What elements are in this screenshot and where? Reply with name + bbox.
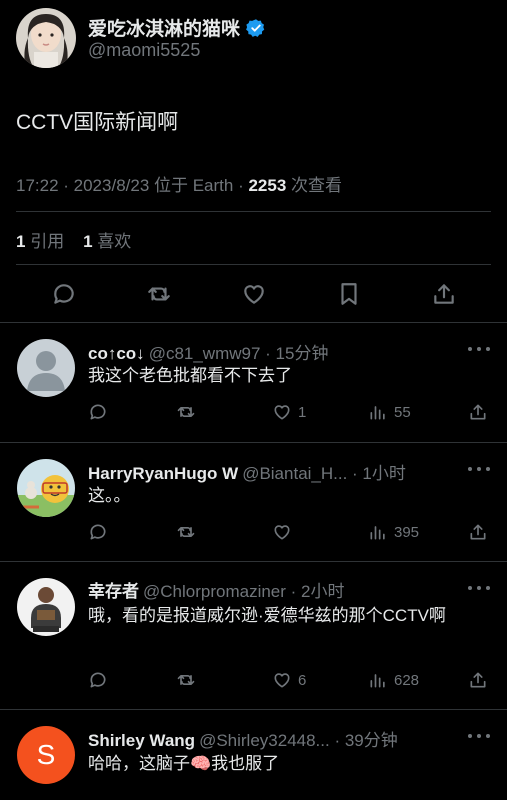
main-handle[interactable]: @maomi5525 (88, 40, 200, 61)
reply-header: HarryRyanHugo W @Biantai_H... · 1小时 (88, 459, 406, 484)
reply-meta: @Biantai_H... · 1小时 (242, 464, 406, 483)
tweet-timestamp[interactable]: 17:22 · 2023/8/23 位于 Earth · (16, 176, 248, 195)
reply-action-bar: 395 (88, 517, 492, 547)
divider (0, 322, 507, 323)
views-count: 395 (394, 523, 420, 541)
more-options-icon[interactable] (468, 732, 490, 740)
reply-icon (90, 524, 106, 540)
retweet-icon (177, 675, 195, 685)
reply-avatar[interactable]: S (17, 726, 75, 784)
reply-avatar[interactable] (17, 339, 75, 397)
views-count: 55 (394, 403, 411, 421)
like-count: 1 (298, 403, 307, 421)
reply-icon[interactable] (51, 281, 77, 307)
reply-views-button[interactable]: 55 (368, 402, 411, 422)
retweet-icon[interactable] (146, 281, 172, 307)
like-icon (274, 405, 290, 420)
divider (0, 709, 507, 710)
reply-like-button[interactable]: 1 (272, 402, 306, 422)
reply-meta: @Shirley32448... · 39分钟 (199, 731, 398, 750)
like-icon[interactable] (241, 281, 267, 307)
main-avatar-image (16, 8, 76, 68)
reply-text: 这。。 (88, 486, 131, 505)
reply-meta: @c81_wmw97 · 15分钟 (148, 344, 329, 363)
reply-views-button[interactable]: 395 (368, 522, 419, 542)
reply-retweet-button[interactable] (176, 522, 196, 542)
reply-text: 哈哈，这脑子🧠我也服了 (88, 754, 280, 773)
main-tweet-text: CCTV国际新闻啊 (16, 111, 179, 134)
views-label: 次查看 (286, 176, 343, 195)
reply-action-bar: 6 628 (88, 665, 492, 695)
reply-reply-button[interactable] (88, 670, 108, 690)
reply-share-button[interactable] (468, 402, 488, 422)
reply-retweet-button[interactable] (176, 402, 196, 422)
divider (16, 264, 491, 265)
retweet-icon (177, 527, 195, 537)
default-avatar-icon (17, 339, 75, 397)
like-icon (274, 525, 290, 540)
figure-avatar-image (17, 578, 75, 636)
more-options-icon[interactable] (468, 345, 490, 353)
main-display-name[interactable]: 爱吃冰淇淋的猫咪 (88, 14, 266, 41)
quotes-stat[interactable]: 1 引用 (16, 232, 64, 251)
reply-share-button[interactable] (468, 670, 488, 690)
views-chart-icon (370, 674, 385, 688)
reply-header: Shirley Wang @Shirley32448... · 39分钟 (88, 726, 398, 751)
reply-reply-button[interactable] (88, 522, 108, 542)
share-icon (470, 404, 486, 420)
reply-icon (90, 404, 106, 420)
like-count: 6 (298, 671, 307, 689)
reply-action-bar: 1 55 (88, 397, 492, 427)
likes-count: 1 (83, 232, 93, 251)
reply-views-button[interactable]: 628 (368, 670, 419, 690)
reply-author-name[interactable]: HarryRyanHugo W (88, 464, 238, 484)
reply-meta: @Chlorpromaziner · 2小时 (143, 582, 345, 601)
reply-text: 我这个老色批都看不下去了 (88, 366, 292, 385)
reply-like-button[interactable] (272, 522, 292, 542)
likes-label: 喜欢 (92, 232, 132, 251)
reply-reply-button[interactable] (88, 402, 108, 422)
divider (16, 211, 491, 212)
views-count: 2253 (248, 176, 287, 195)
likes-stat[interactable]: 1 喜欢 (83, 232, 131, 251)
divider (0, 442, 507, 443)
reply-share-button[interactable] (468, 522, 488, 542)
reply-text: 哦，看的是报道威尔逊·爱德华兹的那个CCTV啊 (88, 606, 446, 625)
verified-badge-icon (246, 18, 265, 37)
share-icon (470, 672, 486, 688)
more-options-icon[interactable] (468, 465, 490, 473)
main-display-name-text: 爱吃冰淇淋的猫咪 (88, 19, 241, 40)
share-icon (470, 524, 486, 540)
divider (0, 561, 507, 562)
bookmark-icon[interactable] (336, 281, 362, 307)
reply-header: 幸存者 @Chlorpromaziner · 2小时 (88, 577, 344, 602)
reply-header: co↑co↓ @c81_wmw97 · 15分钟 (88, 339, 328, 364)
reply-author-name[interactable]: 幸存者 (88, 577, 139, 602)
like-icon (274, 673, 290, 688)
views-count: 628 (394, 671, 420, 689)
reply-avatar[interactable] (17, 578, 75, 636)
share-icon[interactable] (431, 281, 457, 307)
views-chart-icon (370, 526, 385, 540)
views-chart-icon (370, 406, 385, 420)
cartoon-avatar-image (17, 459, 75, 517)
main-action-bar (0, 270, 507, 318)
avatar-letter: S (36, 739, 56, 770)
reply-avatar[interactable] (17, 459, 75, 517)
retweet-icon (177, 407, 195, 417)
more-options-icon[interactable] (468, 584, 490, 592)
reply-like-button[interactable]: 6 (272, 670, 306, 690)
reply-icon (90, 672, 106, 688)
quotes-label: 引用 (25, 232, 65, 251)
reply-retweet-button[interactable] (176, 670, 196, 690)
reply-author-name[interactable]: co↑co↓ (88, 344, 145, 364)
reply-author-name[interactable]: Shirley Wang (88, 731, 195, 751)
tweet-meta: 17:22 · 2023/8/23 位于 Earth · 2253 次查看 (16, 171, 342, 196)
main-avatar[interactable] (16, 8, 76, 68)
engagement-stats: 1 引用 1 喜欢 (16, 227, 131, 252)
